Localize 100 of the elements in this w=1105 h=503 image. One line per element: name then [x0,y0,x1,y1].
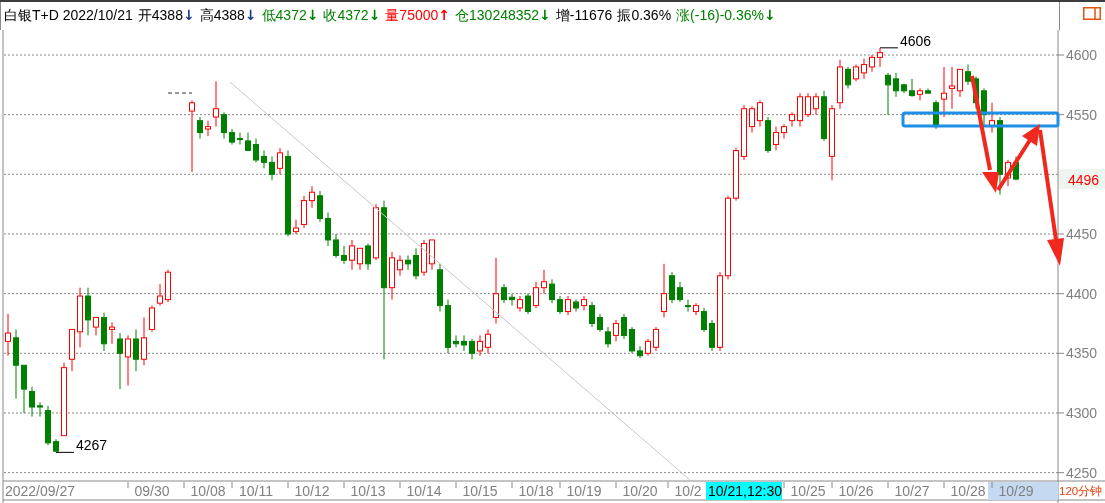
candlestick [413,247,419,280]
candlestick [45,405,51,446]
candlestick [109,321,115,345]
candlestick [989,102,995,134]
candlestick [245,132,251,151]
candlestick [813,92,819,116]
candlestick [533,281,539,309]
candlestick [1013,155,1019,181]
candlestick [837,59,843,110]
candlestick [557,295,563,315]
candlestick [141,317,147,366]
candlestick [685,299,691,313]
candlestick [221,111,227,140]
candlestick [237,132,243,145]
candlestick [101,312,107,352]
candlestick [869,54,875,73]
candlestick [125,334,131,387]
candlestick [469,338,475,360]
date-label: 10/13 [350,483,386,499]
quote-field: 振0.36% [617,7,672,25]
candlestick [477,334,483,357]
leader-line [879,47,899,49]
price-marker: 4267 [76,437,108,454]
candlestick [485,328,491,354]
candlestick [453,334,459,348]
candlestick [373,203,379,261]
candlestick [501,283,507,304]
candlestick [429,239,435,271]
candlestick [565,295,571,316]
candlestick [77,287,83,348]
quote-field: 仓130248352↓ [455,7,551,25]
candlestick [117,332,123,390]
candlestick [301,195,307,229]
candlestick [605,326,611,348]
candlestick [213,80,219,128]
date-label: 10/12 [294,483,330,499]
date-label: 10/15 [462,483,498,499]
candlestick [973,76,979,110]
candlestick [661,263,667,318]
candlestick [309,185,315,209]
candlestick [789,111,795,128]
candlestick [933,99,939,130]
candlestick [205,120,211,137]
candlestick [197,116,203,140]
candlestick [269,155,275,181]
candlestick [165,269,171,303]
dashed-level-line [167,92,193,94]
candlestick [229,128,235,145]
candlestick [341,245,347,265]
last-price-tag: 4496 [1059,169,1105,190]
candlestick [325,212,331,247]
candlestick [653,326,659,352]
candlestick [981,87,987,128]
candlestick [917,87,923,101]
candlestick [901,83,907,94]
quote-field: 收4372↓ [323,7,381,25]
candlestick [85,287,91,336]
candlestick [845,66,851,89]
candlestick [885,72,891,116]
date-label: 10/25 [790,483,826,499]
axis-label: 4250 [1066,464,1098,481]
candlestick [157,283,163,307]
axis-label: 4400 [1066,285,1098,302]
quote-field: 增-11676 [555,7,613,25]
period-label[interactable]: 120分钟 [1059,485,1103,497]
candlestick [701,307,707,333]
candlestick [805,92,811,118]
candlestick [893,72,899,98]
date-label: 10/20 [622,483,658,499]
candlestick [669,271,675,304]
candlestick [53,438,59,453]
split-rectangle-icon[interactable] [1083,7,1101,20]
candlestick [525,293,531,315]
candlestick [613,319,619,342]
axis-label: 4600 [1066,47,1098,63]
cursor-date-label: 10/21,12:30 [706,482,782,500]
candlestick [677,281,683,303]
date-label: 10/11 [239,483,273,499]
candlestick [293,219,299,235]
candlestick [37,401,43,418]
axis-label: 4350 [1066,345,1098,362]
candlestick [1005,159,1011,187]
candlestick [517,295,523,313]
candlestick [645,338,651,357]
candlestick [733,147,739,202]
candlestick [693,302,699,316]
candlestick [589,301,595,328]
candlestick [781,123,787,140]
date-label: 2022/09/27 [4,483,76,499]
date-label: 10/27 [894,483,930,499]
candlestick [877,47,883,68]
candlestick [965,64,971,86]
candlestick [773,126,779,151]
candlestick [69,328,75,372]
candlestick [821,90,827,142]
candlestick [365,243,371,271]
candlestick [957,68,963,98]
quote-field: 低4372↓ [261,7,319,25]
candlestick [21,364,27,414]
candlestick [909,78,915,98]
